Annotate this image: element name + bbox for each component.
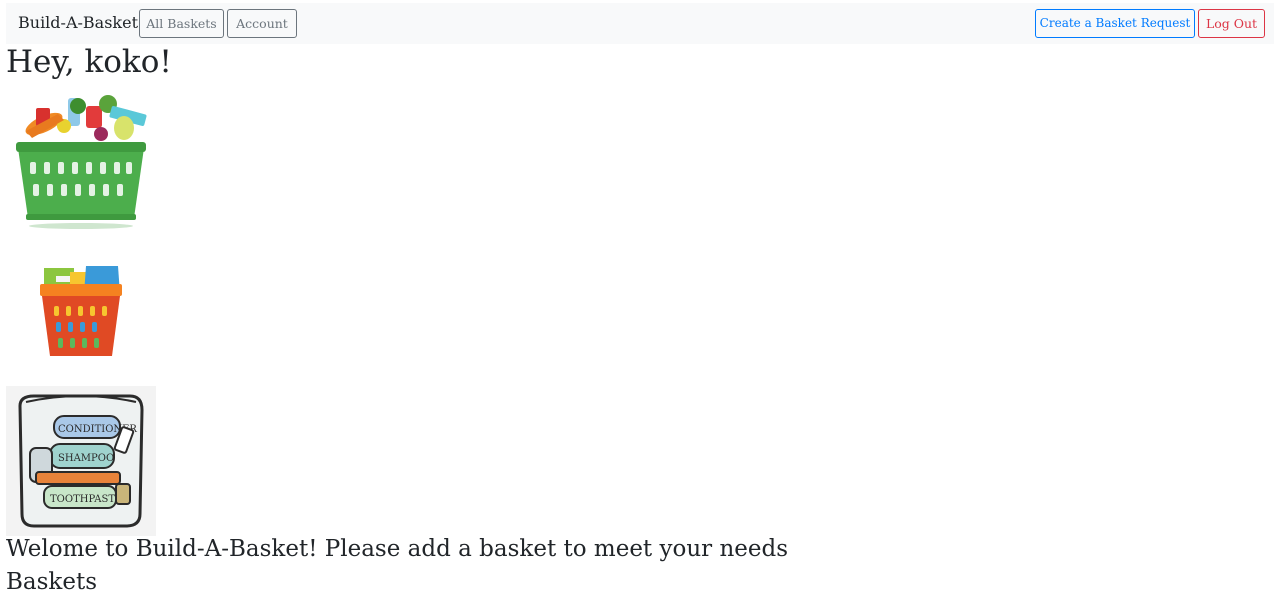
toiletry-bag-image: CONDITIONER SHAMPOO TOOTHPASTE bbox=[6, 386, 156, 536]
greeting-heading: Hey, koko! bbox=[6, 44, 172, 80]
grocery-basket-icon bbox=[16, 95, 147, 229]
welcome-message: Welome to Build-A-Basket! Please add a b… bbox=[6, 536, 788, 562]
laundry-basket-image bbox=[6, 236, 156, 386]
baskets-heading: Baskets bbox=[6, 569, 98, 595]
toiletry-bag-icon: CONDITIONER SHAMPOO TOOTHPASTE bbox=[18, 394, 144, 528]
toiletry-label-shampoo: SHAMPOO bbox=[58, 453, 114, 464]
navbar-brand[interactable]: Build-A-Basket bbox=[18, 13, 138, 33]
logout-button[interactable]: Log Out bbox=[1198, 9, 1265, 38]
all-baskets-button[interactable]: All Baskets bbox=[139, 9, 224, 38]
account-button[interactable]: Account bbox=[227, 9, 297, 38]
toiletry-label-toothpaste: TOOTHPASTE bbox=[50, 494, 122, 505]
grocery-basket-image bbox=[6, 86, 156, 236]
laundry-basket-icon bbox=[40, 266, 122, 356]
create-basket-request-button[interactable]: Create a Basket Request bbox=[1035, 9, 1195, 38]
navbar: Build-A-Basket All Baskets Account Creat… bbox=[6, 3, 1274, 44]
